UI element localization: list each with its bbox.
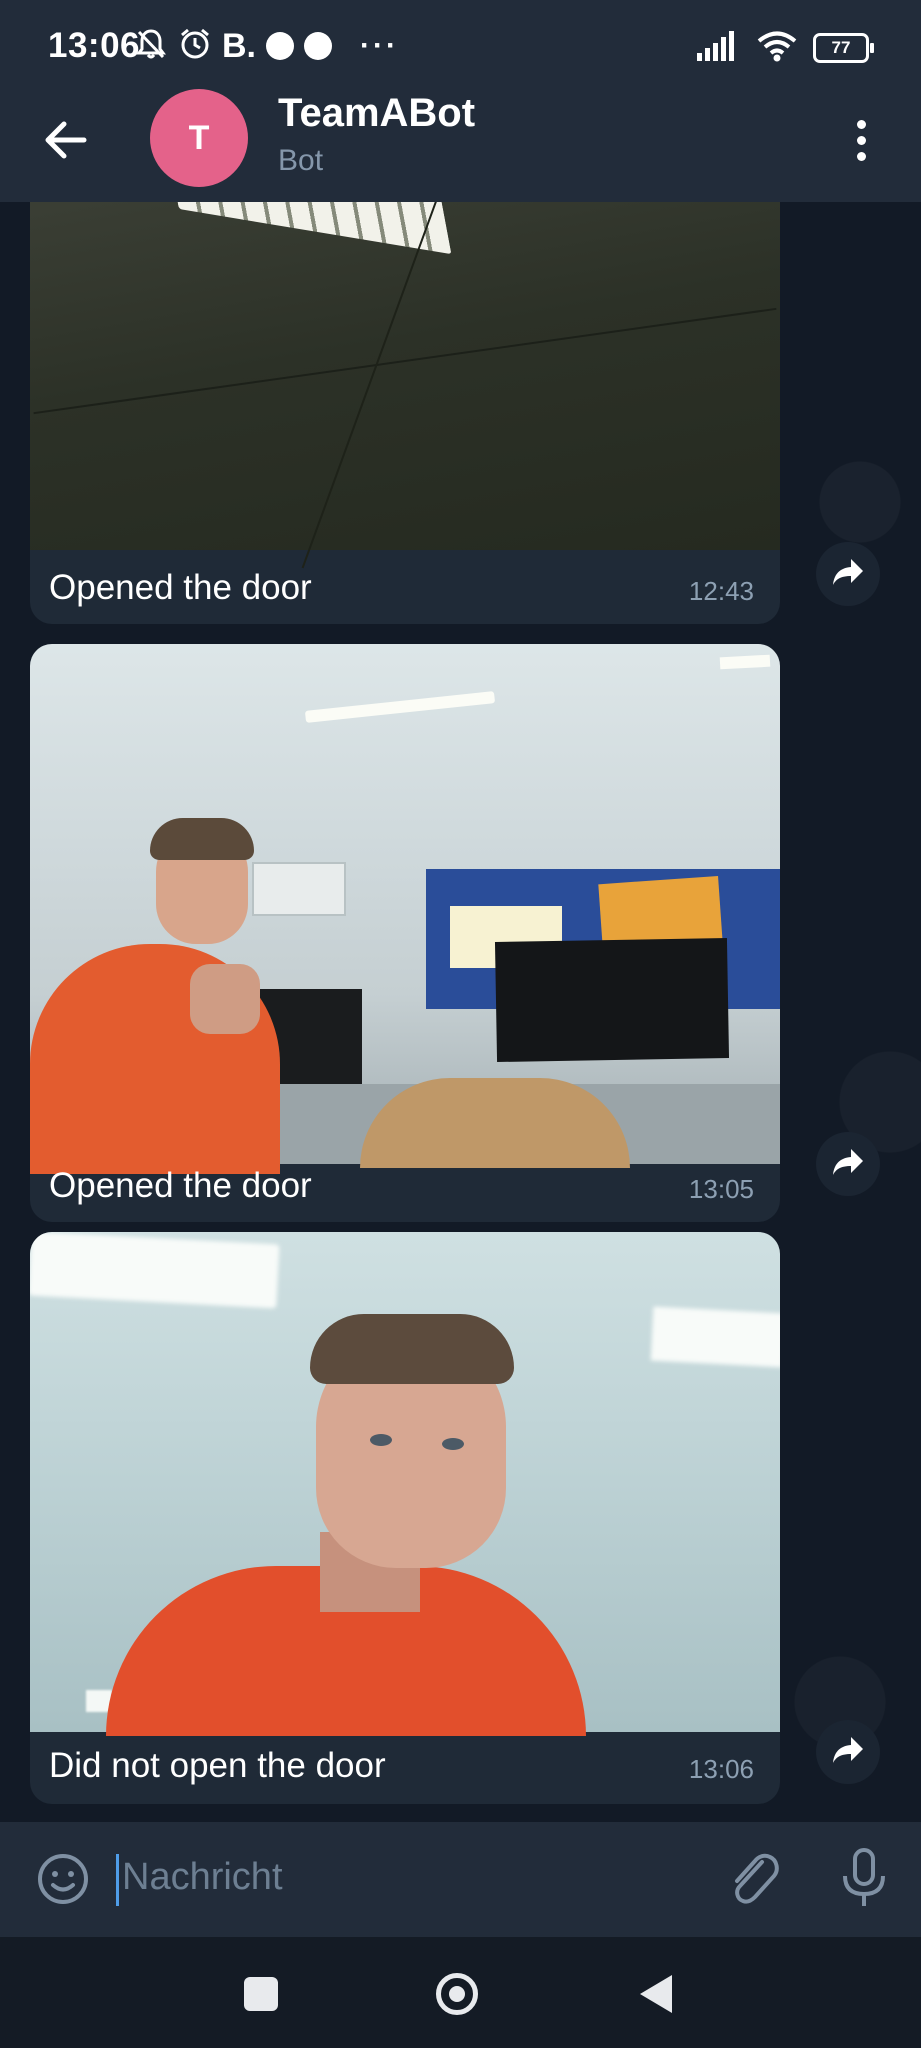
message-composer: Nachricht [0, 1822, 921, 1937]
message-bubble[interactable]: Did not open the door 13:06 [30, 1232, 780, 1804]
nav-back-icon[interactable] [640, 1975, 672, 2013]
share-button[interactable] [816, 1132, 880, 1196]
back-button[interactable] [40, 116, 92, 168]
message-caption: Opened the door [49, 568, 312, 607]
status-carrier: B. [222, 26, 256, 65]
emoji-button[interactable] [36, 1852, 90, 1906]
nav-recents-icon[interactable] [244, 1977, 278, 2011]
status-bar: 13:06 B. ··· 77 [0, 0, 921, 96]
share-button[interactable] [816, 1720, 880, 1784]
nav-home-icon[interactable] [436, 1973, 478, 2015]
message-input[interactable]: Nachricht [116, 1850, 676, 1910]
message-photo[interactable] [30, 644, 780, 1174]
share-icon [831, 557, 865, 592]
chat-subtitle: Bot [278, 144, 324, 177]
notification-dot-icon [304, 32, 332, 60]
alarm-icon [178, 27, 212, 66]
more-vertical-icon[interactable] [841, 110, 881, 170]
message-photo[interactable] [30, 1232, 780, 1736]
share-icon [831, 1147, 865, 1182]
avatar[interactable]: T [150, 89, 248, 187]
battery-icon: 77 [813, 33, 874, 63]
message-time: 13:05 [688, 1174, 754, 1204]
message-photo[interactable] [30, 202, 780, 569]
chat-header: T TeamABot Bot [0, 89, 921, 202]
share-button[interactable] [816, 542, 880, 606]
status-icons-right: 77 [697, 28, 874, 68]
message-bubble[interactable]: Opened the door 12:43 [30, 202, 780, 624]
message-caption: Opened the door [49, 1166, 312, 1205]
chat-title[interactable]: TeamABot [278, 91, 475, 136]
message-bubble[interactable]: Opened the door 13:05 [30, 644, 780, 1222]
message-time: 13:06 [688, 1754, 754, 1784]
mic-icon [836, 1848, 892, 1916]
signal-icon [697, 30, 741, 66]
wifi-icon [757, 30, 797, 67]
message-input-placeholder: Nachricht [122, 1856, 283, 1898]
status-time: 13:06 [48, 26, 141, 65]
back-arrow-icon [44, 120, 88, 165]
attach-icon [724, 1853, 784, 1914]
system-nav-bar [0, 1937, 921, 2048]
status-more: ··· [360, 29, 399, 62]
share-icon [831, 1735, 865, 1770]
text-cursor [116, 1854, 119, 1906]
message-list[interactable]: Opened the door 12:43 Opened the door 13… [0, 202, 921, 1822]
message-caption: Did not open the door [49, 1746, 386, 1785]
mute-bell-icon [134, 27, 168, 66]
attach-button[interactable] [724, 1848, 784, 1910]
notification-dot-icon [266, 32, 294, 60]
emoji-icon [36, 1854, 90, 1910]
status-icons-left: B. ··· [134, 24, 399, 68]
message-time: 12:43 [688, 576, 754, 606]
mic-button[interactable] [836, 1846, 892, 1912]
